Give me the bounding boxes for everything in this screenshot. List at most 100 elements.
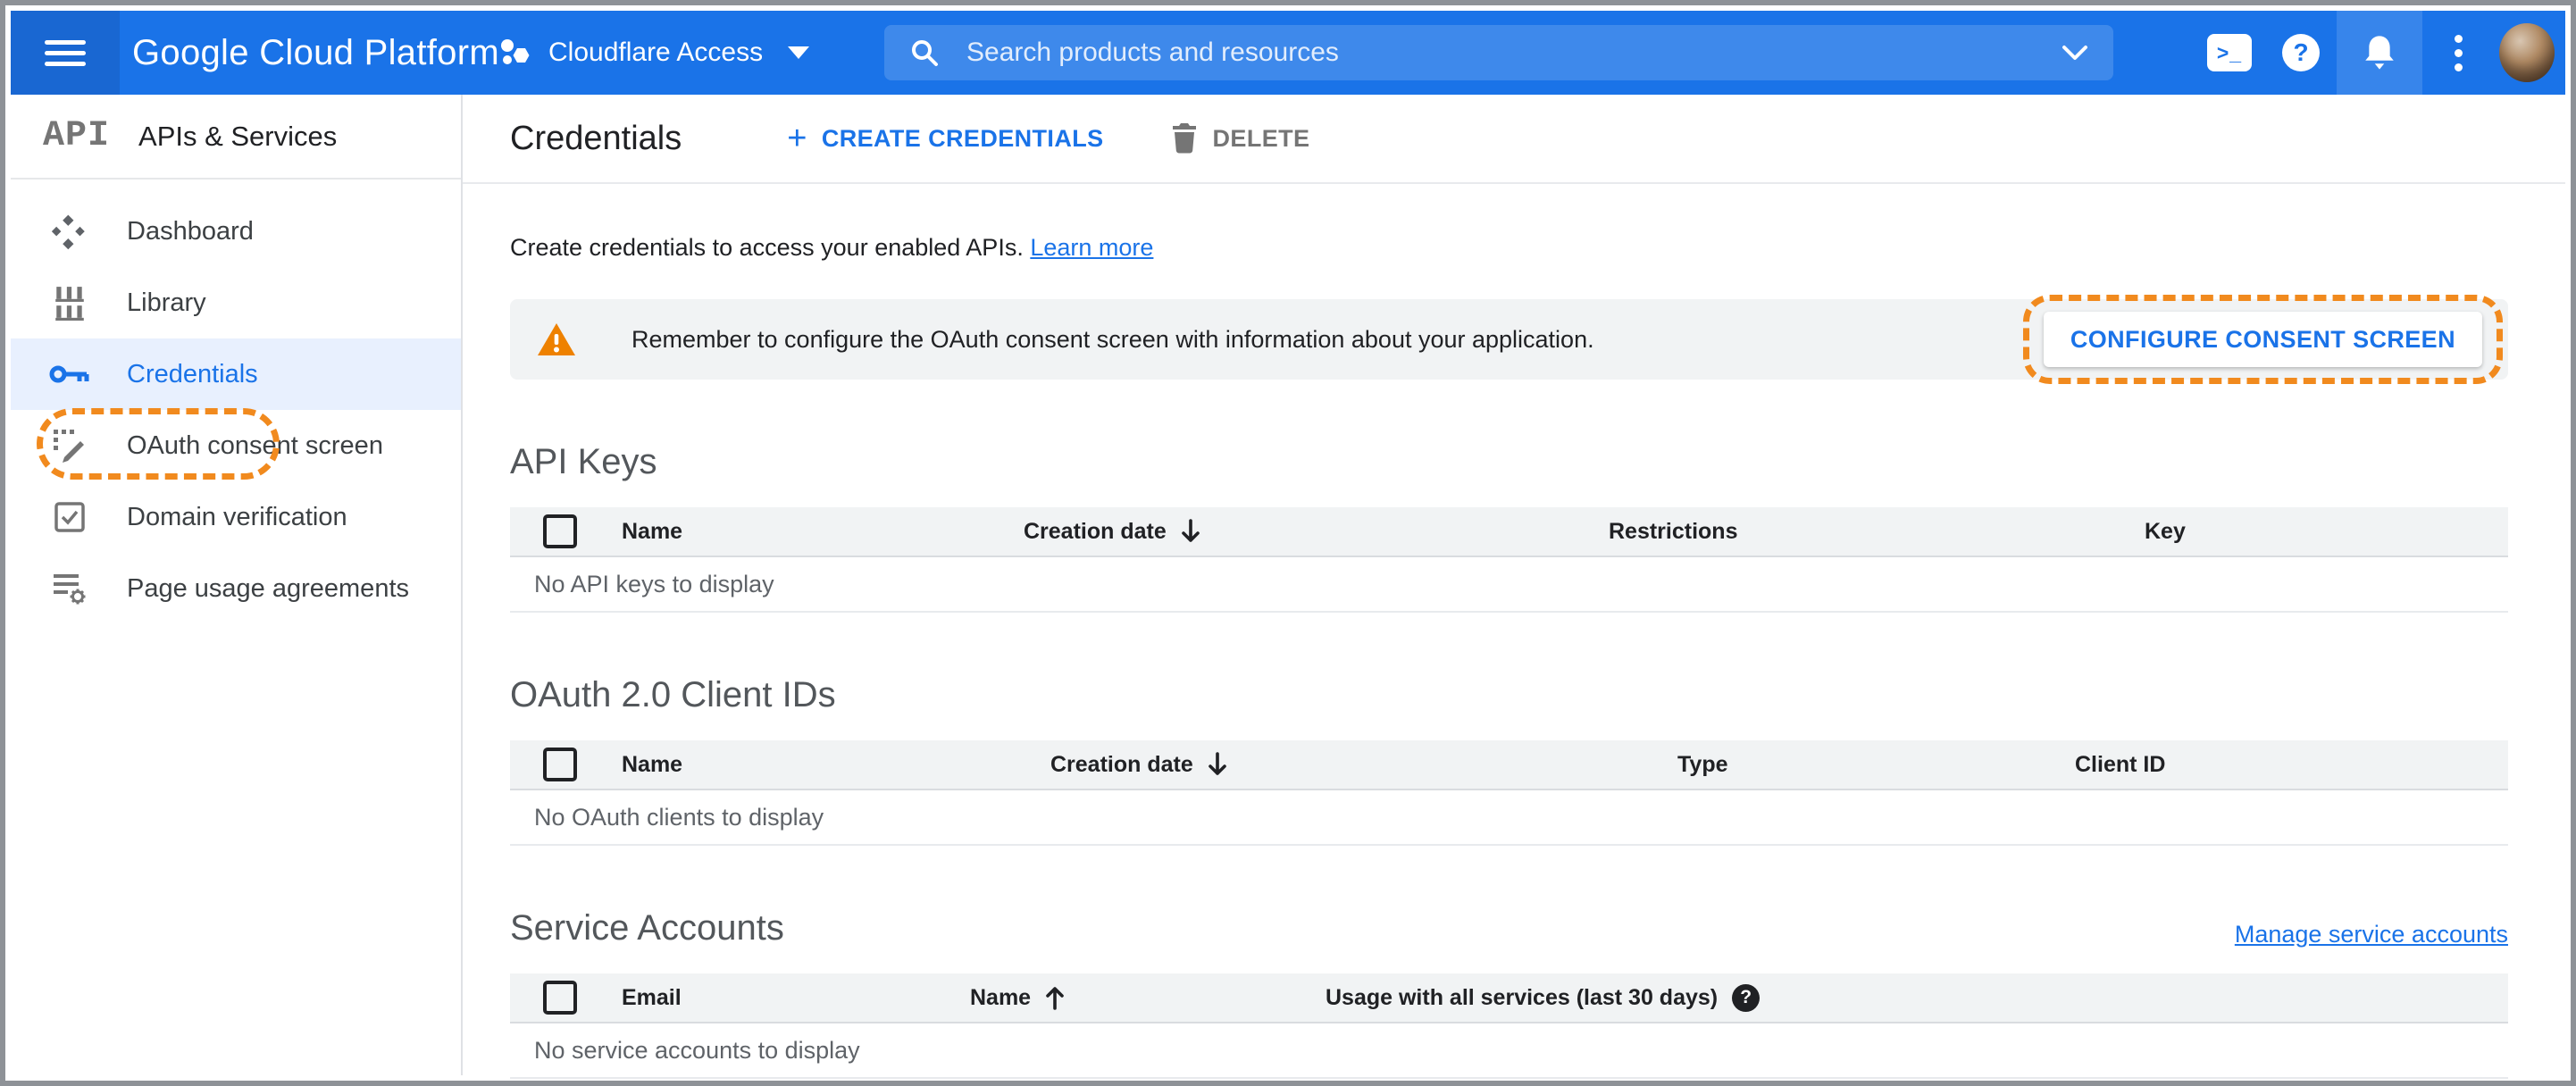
sidebar-item-label: Domain verification [127,502,347,531]
sort-desc-icon [1208,752,1226,775]
sidebar-title: APIs & Services [138,120,338,152]
help-button[interactable]: ? [2265,11,2337,95]
menu-button[interactable] [11,11,120,95]
column-header-key[interactable]: Key [2145,519,2508,545]
column-header-type[interactable]: Type [1677,752,2075,778]
column-header-creation-date[interactable]: Creation date [1024,519,1609,545]
list-gear-icon [48,572,91,606]
learn-more-link[interactable]: Learn more [1030,234,1153,261]
bell-icon [2365,36,2394,70]
select-all-checkbox[interactable] [543,514,577,548]
three-dots-icon [2454,34,2463,71]
service-accounts-header-row: Email Name Usage with all services (last… [510,973,2508,1023]
sidebar-item-page-usage[interactable]: Page usage agreements [11,553,461,624]
column-header-name[interactable]: Name [970,985,1326,1011]
api-keys-section-head: API Keys [510,442,2508,482]
help-icon: ? [2282,34,2320,71]
page-title: Credentials [510,119,682,157]
column-header-name[interactable]: Name [622,752,1050,778]
service-accounts-empty-row: No service accounts to display [510,1023,2508,1079]
sidebar-item-label: Dashboard [127,216,254,246]
sidebar-item-label: Page usage agreements [127,573,409,603]
terminal-icon: >_ [2207,34,2252,71]
oauth-header-row: Name Creation date Type Client ID [510,740,2508,790]
sidebar: API APIs & Services Dashboard Library Cr… [11,95,463,1075]
consent-warning-banner: Remember to configure the OAuth consent … [510,295,2508,384]
sidebar-header: API APIs & Services [11,95,461,180]
delete-label: DELETE [1212,124,1310,152]
api-keys-empty-row: No API keys to display [510,557,2508,613]
oauth-section-head: OAuth 2.0 Client IDs [510,675,2508,715]
column-header-name[interactable]: Name [622,519,1024,545]
service-accounts-section-head: Service Accounts Manage service accounts [510,908,2508,948]
select-all-checkbox[interactable] [543,981,577,1015]
sidebar-item-domain-verification[interactable]: Domain verification [11,481,461,553]
api-keys-table: Name Creation date Restrictions Key No A… [510,507,2508,613]
top-bar-actions: >_ ? [2194,11,2565,95]
column-header-usage[interactable]: Usage with all services (last 30 days) ? [1326,983,2508,1012]
search-bar[interactable] [884,25,2113,80]
search-input[interactable] [965,37,2062,69]
main-content: Credentials + CREATE CREDENTIALS DELETE … [463,95,2565,1079]
api-keys-title: API Keys [510,442,657,481]
api-keys-header-row: Name Creation date Restrictions Key [510,507,2508,557]
manage-service-accounts-link[interactable]: Manage service accounts [2235,921,2508,948]
column-header-label: Name [970,984,1032,1010]
sidebar-item-oauth-consent[interactable]: OAuth consent screen [11,410,461,481]
create-credentials-button[interactable]: + CREATE CREDENTIALS [787,121,1103,155]
window-frame: Google Cloud Platform Cloudflare Access … [0,0,2576,1086]
usage-help-icon[interactable]: ? [1732,983,1761,1012]
content-area: Create credentials to access your enable… [463,234,2565,1079]
column-header-creation-date[interactable]: Creation date [1050,752,1677,778]
create-credentials-label: CREATE CREDENTIALS [821,124,1104,152]
intro-sentence: Create credentials to access your enable… [510,234,1024,261]
page-header: Credentials + CREATE CREDENTIALS DELETE [463,95,2565,184]
service-accounts-title: Service Accounts [510,908,784,948]
column-header-label: Creation date [1050,751,1193,777]
project-icon [501,39,530,64]
column-header-restrictions[interactable]: Restrictions [1609,519,2145,545]
sidebar-item-label: OAuth consent screen [127,430,383,460]
sidebar-item-library[interactable]: Library [11,267,461,338]
sidebar-item-label: Credentials [127,359,258,388]
library-icon [48,285,91,321]
configure-consent-screen-button[interactable]: CONFIGURE CONSENT SCREEN [2043,312,2482,367]
avatar [2499,23,2555,82]
banner-message: Remember to configure the OAuth consent … [631,325,1594,353]
consent-screen-icon [48,428,91,464]
checkbox-check-icon [48,501,91,533]
search-icon [912,40,938,66]
column-header-email[interactable]: Email [622,985,970,1011]
sidebar-item-label: Library [127,288,206,317]
column-header-client-id[interactable]: Client ID [2075,752,2508,778]
sidebar-nav: Dashboard Library Credentials OAuth cons… [11,180,461,624]
chevron-down-icon[interactable] [2062,45,2088,61]
sidebar-item-credentials[interactable]: Credentials [11,338,461,410]
oauth-empty-row: No OAuth clients to display [510,790,2508,846]
oauth-table: Name Creation date Type Client ID No OAu… [510,740,2508,846]
delete-button[interactable]: DELETE [1172,123,1310,154]
dashboard-icon [48,213,91,250]
notifications-button[interactable] [2337,11,2422,95]
more-options-button[interactable] [2422,11,2494,95]
brand-title: Google Cloud Platform [132,32,499,72]
cloud-shell-button[interactable]: >_ [2194,11,2265,95]
account-button[interactable] [2494,11,2565,95]
sort-desc-icon [1181,519,1200,542]
project-caret-icon [788,46,810,59]
column-header-label: Usage with all services (last 30 days) [1326,984,1719,1010]
plus-icon: + [787,120,807,157]
api-logo: API [43,116,111,156]
project-selector[interactable]: Cloudflare Access [498,11,810,95]
intro-text: Create credentials to access your enable… [510,234,2508,262]
sidebar-item-dashboard[interactable]: Dashboard [11,196,461,267]
top-app-bar: Google Cloud Platform Cloudflare Access … [11,11,2565,95]
consent-button-annotation: CONFIGURE CONSENT SCREEN [2022,295,2503,384]
select-all-checkbox[interactable] [543,748,577,781]
hamburger-icon [45,39,86,66]
service-accounts-table: Email Name Usage with all services (last… [510,973,2508,1079]
project-name: Cloudflare Access [548,38,764,67]
warning-icon [538,323,575,355]
sort-asc-icon [1046,987,1064,1010]
oauth-title: OAuth 2.0 Client IDs [510,675,836,714]
